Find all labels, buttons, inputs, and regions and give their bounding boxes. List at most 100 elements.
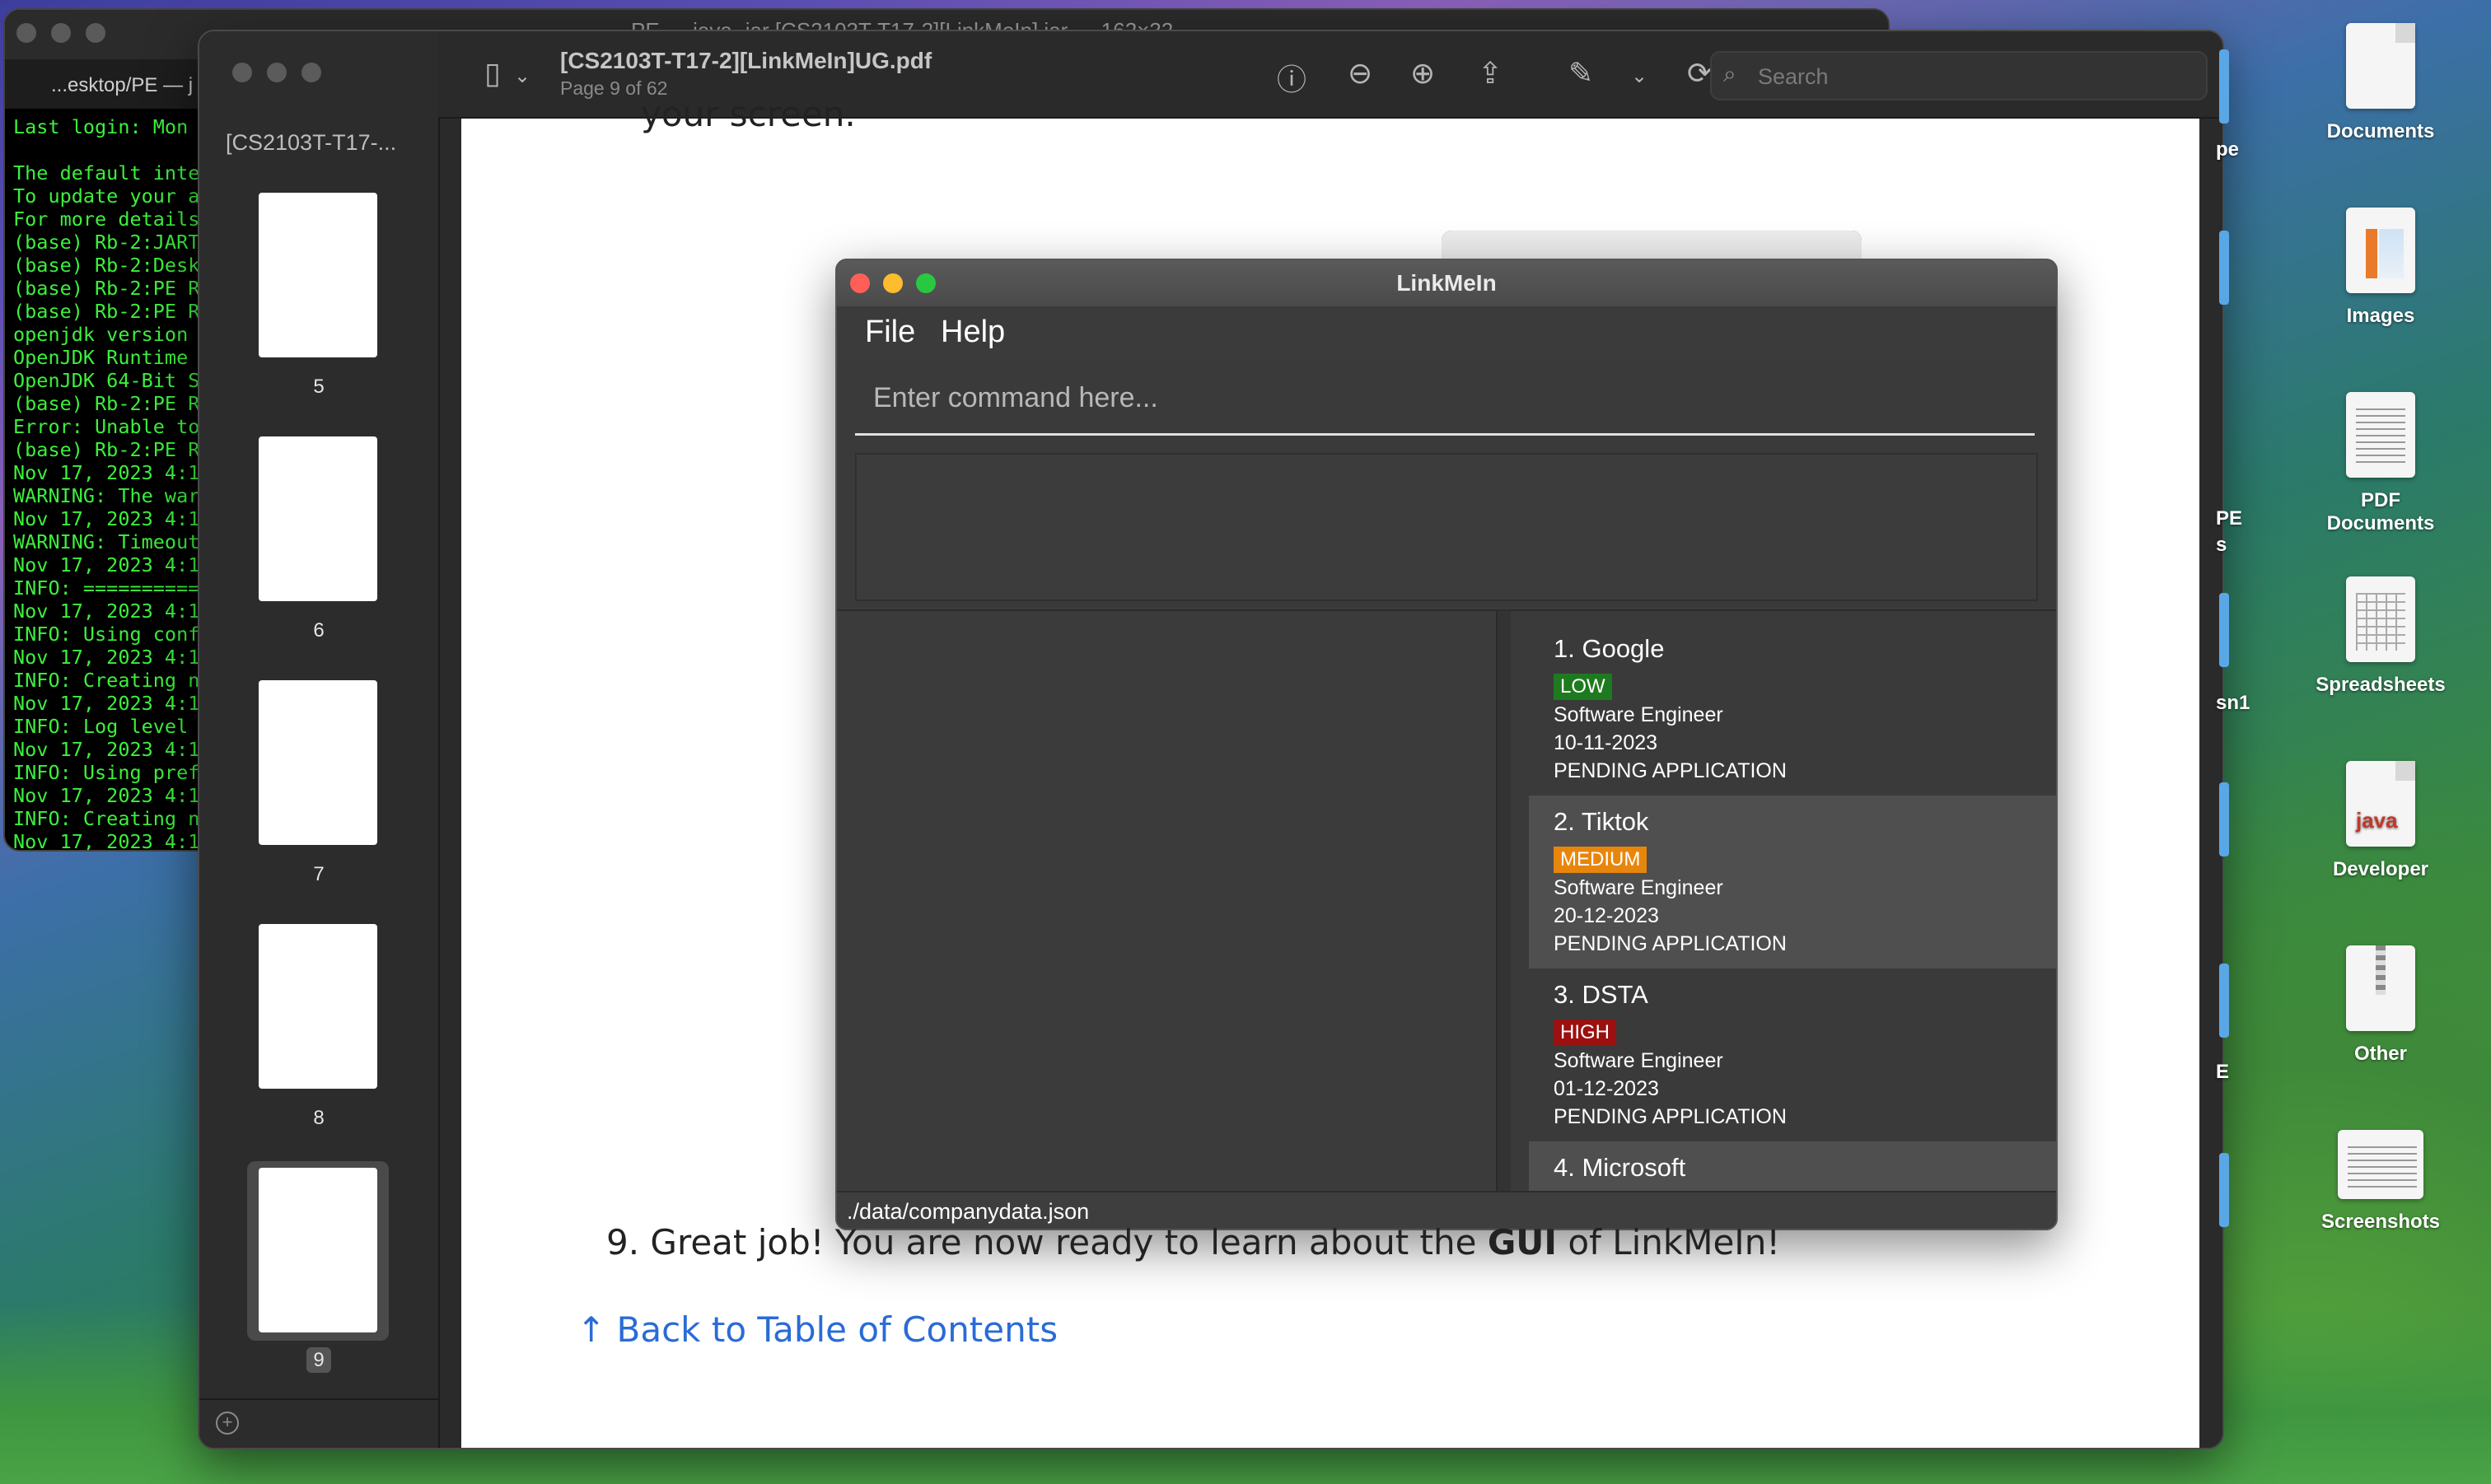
split-divider	[1496, 611, 1511, 1191]
desktop-folder-spreadsheets[interactable]: Spreadsheets	[2315, 576, 2447, 697]
search-icon: ⌕	[1723, 61, 1736, 86]
sidebar-title: [CS2103T-T17-...	[226, 130, 397, 155]
page-thumbnail-9[interactable]	[259, 1168, 377, 1332]
detail-pane	[837, 611, 1496, 1191]
terminal-line: (base) Rb-2:PE R	[13, 277, 200, 300]
desktop-label: Spreadsheets	[2316, 674, 2446, 696]
company-name: 1. Google	[1554, 634, 1665, 663]
terminal-line: Nov 17, 2023 4:1	[13, 507, 200, 530]
desktop-label: Developer	[2332, 858, 2429, 880]
menu-file: File	[865, 315, 916, 349]
terminal-line: (base) Rb-2:Desk	[13, 254, 200, 277]
company-date: 01-12-2023	[1554, 1077, 1659, 1100]
terminal-tab-label: ...esktop/PE — j	[51, 74, 194, 96]
terminal-line: (base) Rb-2:JART	[13, 231, 200, 254]
terminal-traffic-lights[interactable]	[16, 22, 120, 47]
rotate-icon[interactable]: ⟳	[1687, 56, 1712, 91]
priority-badge: HIGH	[1554, 1020, 1616, 1046]
terminal-line: INFO: Using conf	[13, 623, 200, 646]
desktop-folder-screenshots[interactable]: Screenshots	[2315, 1130, 2447, 1234]
desktop-folder-other[interactable]: Other	[2315, 945, 2447, 1066]
desktop-folder-images[interactable]: Images	[2315, 208, 2447, 328]
page-thumbnail-5[interactable]	[259, 193, 377, 357]
page-number-5: 5	[313, 376, 325, 398]
zoom-in-icon[interactable]: ⊕	[1410, 56, 1435, 91]
terminal-line: INFO: Using pref	[13, 761, 200, 784]
document-text-top: your screen.	[641, 94, 856, 134]
desktop-folder-documents[interactable]: Documents	[2315, 23, 2447, 143]
back-to-toc-link[interactable]: ↑ Back to Table of Contents	[577, 1309, 1058, 1350]
desktop-partial-label: PE	[2216, 507, 2243, 530]
step-text-bold: GUI	[1487, 1222, 1558, 1262]
images-stack-icon	[2346, 208, 2415, 293]
terminal-line: OpenJDK 64-Bit S	[13, 369, 200, 392]
priority-badge: MEDIUM	[1554, 847, 1647, 873]
desktop-partial-icon[interactable]	[2219, 231, 2229, 305]
desktop-partial-icon[interactable]	[2219, 593, 2229, 667]
desktop-label: PDF Documents	[2326, 489, 2435, 534]
terminal-line: INFO: Creating n	[13, 807, 200, 830]
desktop-partial-label: pe	[2216, 138, 2240, 161]
linkmein-menubar: File Help	[837, 306, 2056, 361]
company-date: 20-12-2023	[1554, 904, 1659, 927]
add-icon[interactable]: +	[216, 1412, 239, 1435]
zoom-out-icon[interactable]: ⊖	[1348, 56, 1372, 91]
terminal-tab[interactable]: ...esktop/PE — j	[5, 59, 203, 109]
java-file-icon: java	[2346, 761, 2415, 847]
terminal-line: Nov 17, 2023 4:1	[13, 692, 200, 715]
share-icon[interactable]: ⇪	[1478, 56, 1503, 91]
terminal-line: INFO: ==========	[13, 576, 200, 600]
terminal-line: For more details	[13, 208, 200, 231]
sidebar-toggle-icon[interactable]: ▯	[484, 56, 501, 91]
desktop-label: Documents	[2326, 120, 2435, 142]
company-name: 2. Tiktok	[1554, 807, 1649, 836]
terminal-line: INFO: Log level	[13, 715, 189, 738]
page-thumbnail-6[interactable]	[259, 436, 377, 601]
linkmein-title: LinkMeIn	[1396, 270, 1497, 296]
screenshot-stack-icon	[2338, 1130, 2423, 1199]
page-number-9: 9	[199, 1347, 438, 1373]
page-thumbnail-8[interactable]	[259, 924, 377, 1089]
result-display	[855, 453, 2038, 601]
terminal-line: (base) Rb-2:PE R	[13, 438, 200, 461]
step-text-suffix: of LinkMeIn!	[1557, 1222, 1781, 1262]
chevron-down-icon[interactable]: ⌄	[514, 64, 530, 88]
desktop-label: Screenshots	[2320, 1211, 2441, 1233]
desktop-folder-developer[interactable]: java Developer	[2315, 761, 2447, 881]
desktop-partial-icon[interactable]	[2219, 1153, 2229, 1227]
search-field[interactable]: ⌕ Search	[1710, 51, 2208, 100]
terminal-line: Nov 17, 2023 4:1	[13, 784, 200, 807]
terminal-line: Nov 17, 2023 4:1	[13, 461, 200, 484]
company-role: Software Engineer	[1554, 1049, 1723, 1072]
spreadsheet-stack-icon	[2346, 576, 2415, 662]
terminal-line: OpenJDK Runtime	[13, 346, 189, 369]
sidebar-divider	[199, 1398, 438, 1400]
highlight-menu-chevron-icon[interactable]: ⌄	[1631, 64, 1647, 88]
desktop-folder-pdf[interactable]: PDF Documents	[2315, 392, 2447, 535]
page-number-7: 7	[313, 863, 325, 885]
company-name: 4. Microsoft	[1554, 1153, 1686, 1182]
highlight-pen-icon[interactable]: ✎	[1568, 56, 1593, 91]
command-box: Enter command here...	[855, 364, 2035, 436]
terminal-line: openjdk version	[13, 323, 189, 346]
page-thumbnail-7[interactable]	[259, 680, 377, 845]
company-date: 10-11-2023	[1554, 731, 1658, 754]
selected-page-number: 9	[306, 1347, 331, 1373]
terminal-line: INFO: Creating n	[13, 669, 200, 692]
pdf-page[interactable]: your screen. LinkMeIn File Help Enter co	[461, 94, 2199, 1448]
terminal-line: WARNING: Timeout	[13, 530, 200, 553]
terminal-line: Last login: Mon	[13, 115, 189, 138]
priority-badge: LOW	[1554, 674, 1612, 700]
status-path: ./data/companydata.json	[847, 1199, 1090, 1224]
terminal-line: The default inte	[13, 161, 200, 184]
desktop-partial-icon[interactable]	[2219, 782, 2229, 856]
page-number-6: 6	[313, 619, 325, 642]
list-item: 2. Tiktok MEDIUM Software Engineer 20-12…	[1529, 796, 2056, 968]
preview-traffic-lights[interactable]	[232, 63, 336, 86]
desktop-partial-icon[interactable]	[2219, 49, 2229, 124]
company-name: 3. DSTA	[1554, 980, 1648, 1009]
preview-window[interactable]: [CS2103T-T17-... 5 6 7 8 9 + ▯ ⌄ [CS2103…	[198, 30, 2224, 1449]
desktop-partial-icon[interactable]	[2219, 964, 2229, 1038]
info-icon[interactable]: ⓘ	[1277, 56, 1306, 99]
